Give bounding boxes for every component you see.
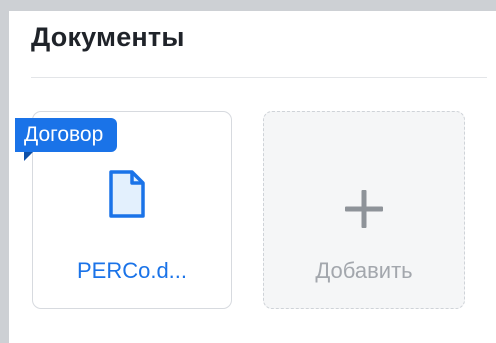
add-document-label: Добавить (315, 258, 413, 283)
file-icon (109, 170, 145, 218)
documents-window: Документы Договор PERCo.d... Добавить (0, 0, 496, 343)
plus-icon (345, 190, 383, 228)
document-type-tag: Договор (15, 118, 118, 152)
document-file-name[interactable]: PERCo.d... (32, 258, 232, 284)
document-tag-fold (24, 152, 33, 161)
window-border-left (0, 0, 9, 343)
panel-title: Документы (31, 22, 185, 52)
window-border-top (0, 0, 496, 11)
title-divider (31, 77, 487, 78)
